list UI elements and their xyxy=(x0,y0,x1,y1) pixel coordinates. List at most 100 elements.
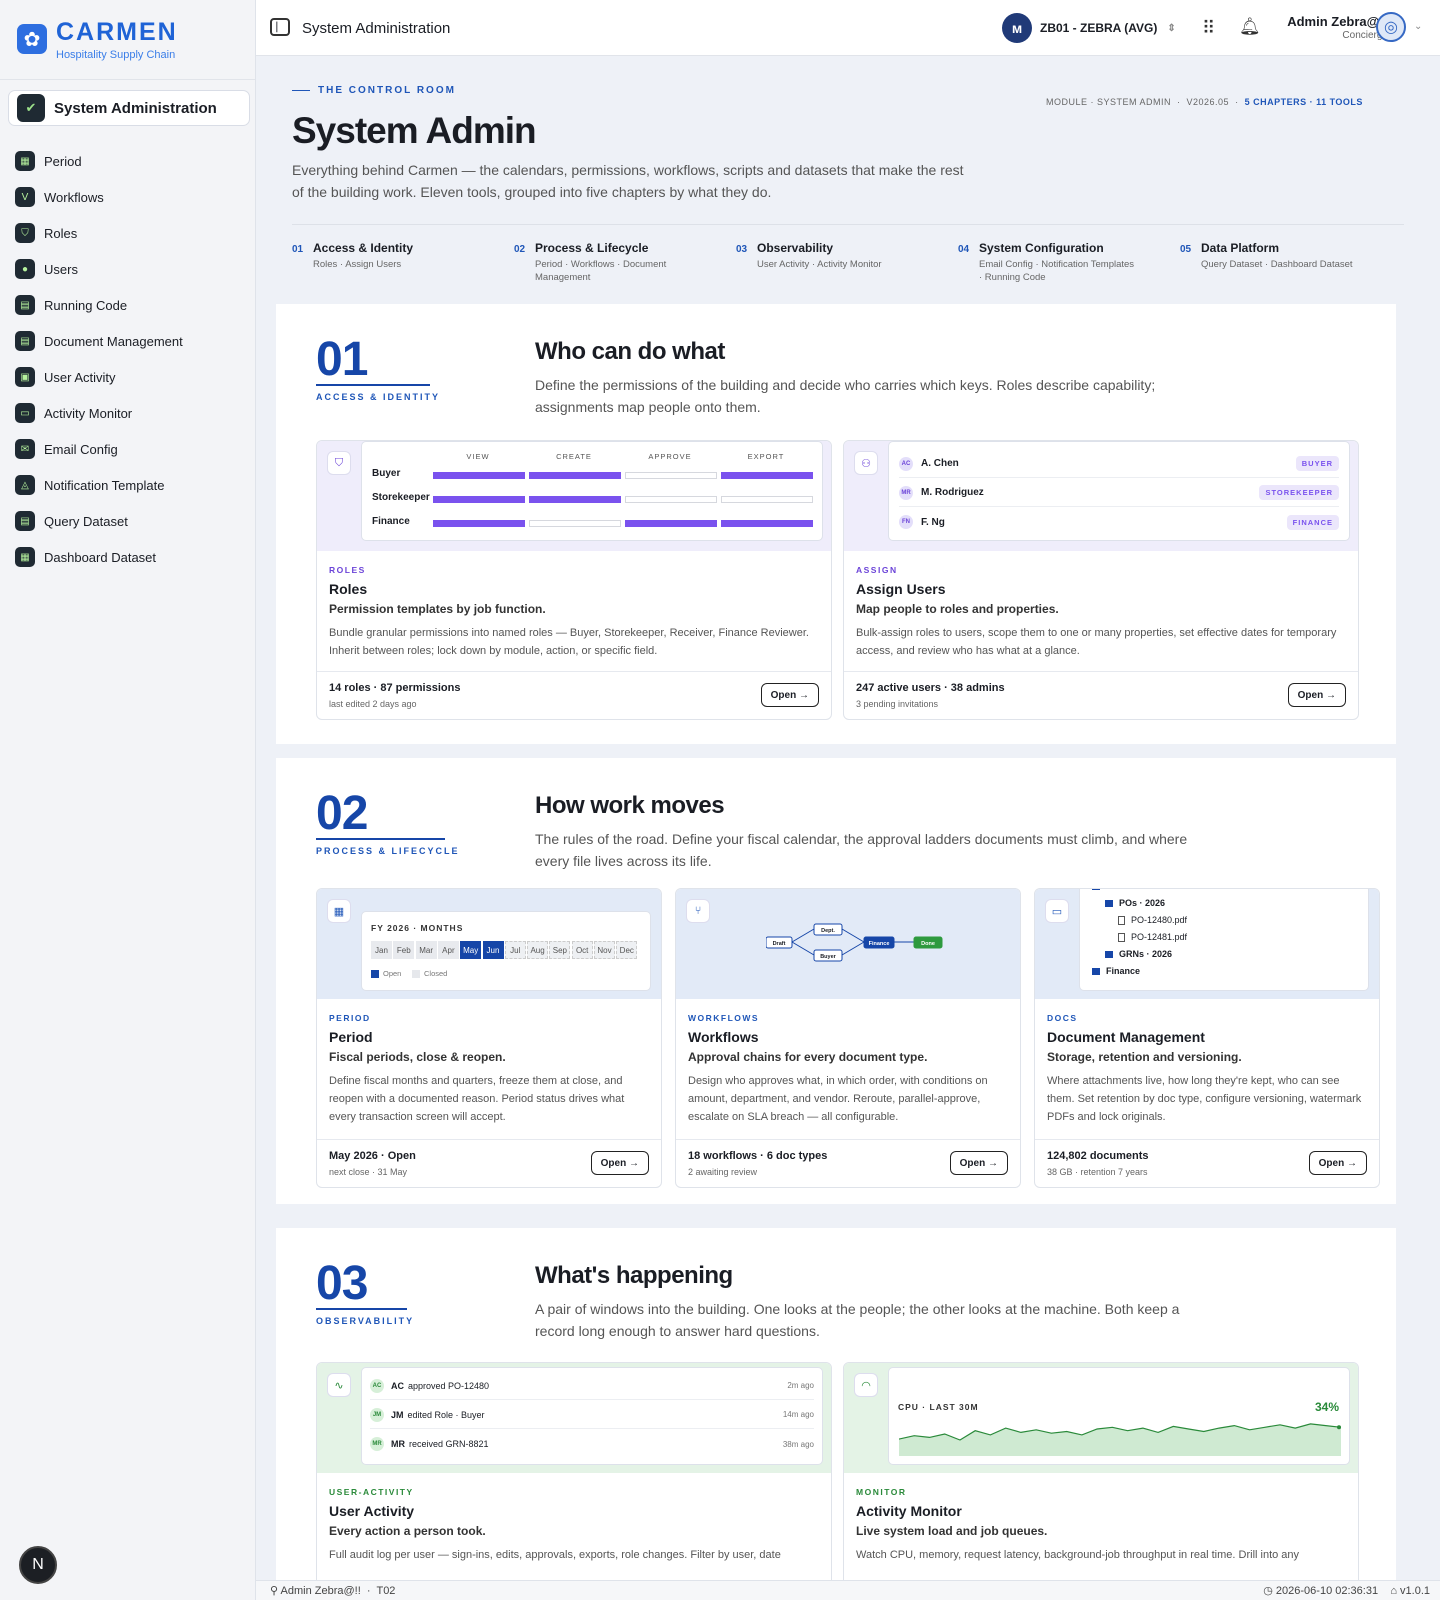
chapter-link[interactable]: 02 Process & Lifecycle Period · Workflows … xyxy=(514,241,736,284)
card-description: Full audit log per user — sign-ins, edit… xyxy=(329,1549,781,1561)
folder-row[interactable]: Procurement xyxy=(1092,889,1162,891)
month-cell[interactable]: Dec xyxy=(616,941,638,959)
sidebar-item-label: User Activity xyxy=(44,369,116,385)
section-label: ACCESS & IDENTITY xyxy=(316,392,441,402)
card-tag: WORKFLOWS xyxy=(688,1013,760,1023)
month-cell[interactable]: Jul xyxy=(504,941,526,959)
permission-column-header: EXPORT xyxy=(747,452,785,461)
activity-row[interactable]: AC AC approved PO-12480 2m ago xyxy=(370,1372,814,1400)
chapter-link[interactable]: 05 Data Platform Query Dataset · Dashboard… xyxy=(1180,241,1402,284)
sidebar-item-workflows[interactable]: V Workflows xyxy=(15,179,245,215)
bell-icon[interactable]: 🔔︎ xyxy=(1239,17,1261,37)
activity-action: edited Role · Buyer xyxy=(407,1409,485,1420)
sidebar-item-activity-monitor[interactable]: ▭ Activity Monitor xyxy=(15,395,245,431)
assign-users-card[interactable]: ⚇ AC A. Chen BUYER MR M. Rodriguez STOREKEEPE… xyxy=(843,440,1359,720)
permission-column-header: VIEW xyxy=(466,452,490,461)
sidebar-item-period[interactable]: ▦ Period xyxy=(15,143,245,179)
user-activity-icon: ▣ xyxy=(15,367,35,387)
permission-bar xyxy=(433,520,525,527)
avatar: JM xyxy=(370,1407,384,1422)
sidebar-item-label: Document Management xyxy=(44,333,183,349)
chapter-link[interactable]: 04 System Configuration Email Config · Not… xyxy=(958,241,1180,284)
section-description: The rules of the road. Define your fisca… xyxy=(535,831,1188,869)
folder-row[interactable]: Finance xyxy=(1092,966,1140,976)
card-title: User Activity xyxy=(329,1503,415,1519)
section-number-underline xyxy=(316,384,430,386)
file-row[interactable]: PO-12481.pdf xyxy=(1118,932,1187,942)
chapter-subtitle: User Activity · Activity Monitor xyxy=(757,259,882,270)
hero-eyebrow: THE CONTROL ROOM xyxy=(292,85,456,96)
hero-meta: MODULE · SYSTEM ADMIN · V2026.05 · 5 CHA… xyxy=(1046,97,1363,107)
folder-row[interactable]: GRNs · 2026 xyxy=(1105,949,1172,959)
open-period-button[interactable]: Open → xyxy=(590,1151,649,1175)
sidebar-item-running-code[interactable]: ▤ Running Code xyxy=(15,287,245,323)
org-switcher[interactable]: ᴍ ZB01 - ZEBRA (AVG) ⇕ xyxy=(1002,12,1176,44)
card-stat: 247 active users · 38 admins xyxy=(856,682,1005,694)
activity-monitor-card[interactable]: ◠ CPU · LAST 30M 34% MONITOR Activity Mo… xyxy=(843,1362,1359,1580)
month-cell[interactable]: Jan xyxy=(371,941,392,959)
month-cell[interactable]: Apr xyxy=(437,941,459,959)
next-badge-icon[interactable]: N xyxy=(19,1546,57,1584)
tree-label: GRNs · 2026 xyxy=(1119,949,1173,959)
sidebar-item-notification-template[interactable]: ◬ Notification Template xyxy=(15,467,245,503)
chapter-link[interactable]: 01 Access & Identity Roles · Assign Users xyxy=(292,241,514,284)
activity-row[interactable]: JM JM edited Role · Buyer 14m ago xyxy=(370,1401,814,1429)
sidebar-item-dashboard-dataset[interactable]: ▦ Dashboard Dataset xyxy=(15,539,245,575)
permission-bar xyxy=(529,496,621,503)
avatar: FN xyxy=(899,515,913,529)
permission-bar xyxy=(721,472,813,479)
sidebar-item-roles[interactable]: ⛉ Roles xyxy=(15,215,245,251)
workflows-card[interactable]: ⑂ Draft Dept. Buyer Finance Done WORKFLOWS W… xyxy=(675,888,1021,1188)
user-small-icon: ⚲ xyxy=(270,1585,279,1597)
sidebar-section-label: System Administration xyxy=(54,99,217,117)
sidebar-item-user-activity[interactable]: ▣ User Activity xyxy=(15,359,245,395)
month-cell[interactable]: May xyxy=(460,941,482,959)
sidebar-toggle-icon[interactable]: ▏ xyxy=(270,18,290,36)
card-stat: 18 workflows · 6 doc types xyxy=(688,1150,828,1162)
month-cell[interactable]: Feb xyxy=(393,941,415,959)
month-cell[interactable]: Jun xyxy=(482,941,504,959)
open-assign-users-button[interactable]: Open → xyxy=(1287,683,1346,707)
month-cell[interactable]: Sep xyxy=(549,941,571,959)
month-cell[interactable]: Mar xyxy=(415,941,437,959)
open-documents-button[interactable]: Open → xyxy=(1308,1151,1367,1175)
period-card[interactable]: ▦ FY 2026 · MONTHS Open Closed Jan Feb Mar… xyxy=(316,888,662,1188)
sidebar-item-email-config[interactable]: ✉ Email Config xyxy=(15,431,245,467)
card-title: Assign Users xyxy=(856,581,946,597)
carmen-logo-icon[interactable]: ✿ xyxy=(17,24,47,54)
chapter-subtitle: Period · Workflows · Document Management xyxy=(535,259,667,283)
sidebar-item-query-dataset[interactable]: ▤ Query Dataset xyxy=(15,503,245,539)
month-cell[interactable]: Aug xyxy=(527,941,549,959)
section-process-lifecycle: 02 PROCESS & LIFECYCLE How work moves Th… xyxy=(276,758,1396,1204)
chevron-down-icon[interactable]: ⌄ xyxy=(1414,21,1422,32)
card-description: Design who approves what, in which order… xyxy=(688,1075,988,1123)
user-menu[interactable]: Admin Zebra@!! Concierge xyxy=(1276,14,1388,41)
chapter-title: Observability xyxy=(757,241,834,255)
document-management-card[interactable]: ▭ Procurement POs · 2026 PO-12480.pdf PO-12… xyxy=(1034,888,1380,1188)
chapter-link[interactable]: 03 Observability User Activity · Activity … xyxy=(736,241,958,284)
apps-grid-icon[interactable]: ⠿ xyxy=(1202,18,1215,39)
workflow-node-label: Buyer xyxy=(820,954,836,960)
card-title: Roles xyxy=(329,581,368,597)
sidebar-section-system-administration[interactable]: ✔ System Administration xyxy=(8,90,250,126)
sidebar-item-users[interactable]: ● Users xyxy=(15,251,245,287)
file-row[interactable]: PO-12480.pdf xyxy=(1118,915,1187,925)
sidebar-item-document-management[interactable]: ▤ Document Management xyxy=(15,323,245,359)
card-description: Bundle granular permissions into named r… xyxy=(329,627,809,657)
card-tag: PERIOD xyxy=(329,1013,371,1023)
user-activity-card[interactable]: ∿ AC AC approved PO-12480 2m ago JM JM edited … xyxy=(316,1362,832,1580)
open-roles-button[interactable]: Open → xyxy=(760,683,819,707)
avatar[interactable]: ◎ xyxy=(1376,12,1406,42)
month-cell[interactable]: Nov xyxy=(594,941,615,959)
activity-row[interactable]: MR MR received GRN-8821 38m ago xyxy=(370,1430,814,1458)
workflow-edge xyxy=(791,928,815,943)
card-subtitle: Approval chains for every document type. xyxy=(688,1050,928,1064)
statusbar: ⚲ Admin Zebra@!! · T02 ◷ 2026-06-10 02:3… xyxy=(256,1580,1440,1600)
page-title: System Admin xyxy=(292,110,537,151)
chapter-index: 01 Access & Identity Roles · Assign Users 0… xyxy=(292,224,1404,284)
folder-row[interactable]: POs · 2026 xyxy=(1105,898,1165,908)
open-workflows-button[interactable]: Open → xyxy=(949,1151,1008,1175)
period-preview-heading: FY 2026 · MONTHS xyxy=(371,923,464,933)
month-cell[interactable]: Oct xyxy=(571,941,593,959)
roles-card[interactable]: ⛉ VIEW CREATE APPROVE EXPORT Buyer Storekeepe… xyxy=(316,440,832,720)
